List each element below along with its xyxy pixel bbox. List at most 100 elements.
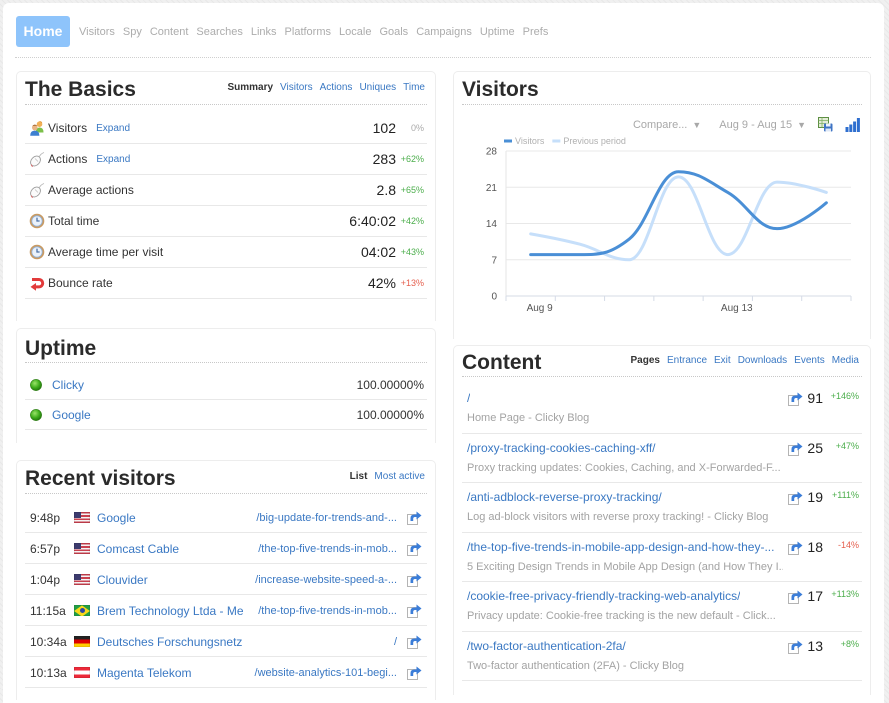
legend-marker[interactable]: [552, 139, 561, 143]
nav-item-platforms[interactable]: Platforms: [285, 25, 331, 39]
view-session-icon[interactable]: [407, 665, 422, 680]
visitor-row: 11:15a Brem Technology Ltda - Me /the-to…: [25, 595, 427, 626]
page-title: Home Page - Clicky Blog: [467, 412, 590, 424]
y-tick-label: 14: [486, 219, 498, 230]
uptime-value: 100.00000%: [356, 377, 424, 392]
content-row: /anti-adblock-reverse-proxy-tracking/ Lo…: [462, 483, 862, 533]
page-count: 25: [807, 439, 823, 456]
visitor-page-link[interactable]: /big-update-for-trends-and-...: [249, 511, 397, 525]
tab-most-active[interactable]: Most active: [374, 471, 425, 483]
tab-visitors[interactable]: Visitors: [280, 82, 313, 94]
page-title: Two-factor authentication (2FA) - Clicky…: [467, 659, 685, 672]
chevron-down-icon: ▼: [797, 119, 806, 130]
content-row: /two-factor-authentication-2fa/ Two-fact…: [462, 632, 862, 681]
page-path-link[interactable]: /proxy-tracking-cookies-caching-xff/: [467, 441, 656, 455]
tab-events[interactable]: Events: [794, 355, 825, 367]
tab-list[interactable]: List: [350, 471, 368, 483]
metric-label: Bounce rate: [48, 276, 113, 290]
visitor-row: 10:13a Magenta Telekom /website-analytic…: [25, 657, 427, 688]
page-path-link[interactable]: /anti-adblock-reverse-proxy-tracking/: [467, 490, 662, 504]
tab-exit[interactable]: Exit: [714, 355, 731, 367]
x-tick-label: Aug 13: [721, 303, 753, 314]
visitor-page-link[interactable]: /website-analytics-101-begi...: [249, 666, 397, 680]
tab-uniques[interactable]: Uniques: [359, 82, 396, 94]
visitor-row: 1:04p Clouvider /increase-website-speed-…: [25, 564, 427, 595]
uptime-monitor-link[interactable]: Clicky: [52, 378, 84, 392]
page-count: 91: [807, 390, 823, 406]
basics-tabs: Summary Visitors Actions Uniques Time: [220, 82, 425, 94]
metric-change: +65%: [400, 185, 424, 195]
nav-item-goals[interactable]: Goals: [379, 25, 408, 39]
view-page-icon[interactable]: [788, 639, 803, 654]
view-session-icon[interactable]: [407, 572, 422, 587]
tab-downloads[interactable]: Downloads: [738, 355, 787, 367]
tab-actions[interactable]: Actions: [320, 82, 353, 94]
legend-marker[interactable]: [504, 139, 512, 143]
content-list: / Home Page - Clicky Blog 91 +146% /prox…: [462, 384, 862, 681]
page-path-link[interactable]: /: [467, 391, 470, 405]
view-page-icon[interactable]: [788, 540, 803, 555]
view-session-icon[interactable]: [407, 510, 422, 525]
uptime-monitor-link[interactable]: Google: [52, 408, 91, 422]
nav-item-campaigns[interactable]: Campaigns: [416, 25, 472, 39]
page-title: Privacy update: Cookie-free tracking is …: [467, 610, 776, 622]
y-tick-label: 7: [491, 255, 497, 266]
view-page-icon[interactable]: [788, 441, 803, 456]
content-row: / Home Page - Clicky Blog 91 +146%: [462, 384, 862, 434]
country-flag-icon: [74, 512, 90, 523]
expand-link[interactable]: Expand: [96, 123, 130, 134]
view-page-icon[interactable]: [788, 391, 803, 406]
tab-pages[interactable]: Pages: [631, 355, 660, 367]
visitor-page-link[interactable]: /the-top-five-trends-in-mob...: [249, 542, 397, 556]
page-count: 17: [807, 588, 823, 604]
nav-home-button[interactable]: Home: [16, 16, 70, 47]
legend-label[interactable]: Previous period: [563, 136, 626, 146]
content-tabs: Pages Entrance Exit Downloads Events Med…: [624, 355, 859, 367]
visitor-name-link[interactable]: Brem Technology Ltda - Me: [97, 604, 249, 618]
nav-item-searches[interactable]: Searches: [196, 25, 242, 39]
page-path-link[interactable]: /cookie-free-privacy-friendly-tracking-w…: [467, 589, 740, 603]
date-range-dropdown[interactable]: Aug 9 - Aug 15 ▼: [719, 119, 806, 131]
bounce-icon: [29, 275, 45, 291]
visit-time: 10:13a: [30, 666, 67, 680]
visit-time: 9:48p: [30, 511, 61, 525]
country-flag-icon: [74, 636, 90, 647]
nav-item-spy[interactable]: Spy: [123, 25, 142, 39]
visitor-name-link[interactable]: Google: [97, 511, 249, 525]
nav-item-uptime[interactable]: Uptime: [480, 25, 515, 39]
view-session-icon[interactable]: [407, 603, 422, 618]
legend-label[interactable]: Visitors: [515, 136, 545, 146]
visitor-page-link[interactable]: /the-top-five-trends-in-mob...: [249, 604, 397, 618]
expand-link[interactable]: Expand: [96, 154, 130, 165]
nav-item-prefs[interactable]: Prefs: [523, 25, 549, 39]
visitor-name-link[interactable]: Comcast Cable: [97, 542, 249, 556]
view-session-icon[interactable]: [407, 634, 422, 649]
page-path-link[interactable]: /the-top-five-trends-in-mobile-app-desig…: [467, 540, 774, 554]
view-page-icon[interactable]: [788, 490, 803, 505]
tab-summary[interactable]: Summary: [227, 82, 273, 94]
tab-time[interactable]: Time: [403, 82, 425, 94]
visitor-page-link[interactable]: /increase-website-speed-a-...: [249, 573, 397, 587]
content-panel: Content Pages Entrance Exit Downloads Ev…: [453, 345, 871, 695]
metric-label: Visitors: [48, 121, 88, 135]
country-flag-icon: [74, 667, 90, 678]
visitor-name-link[interactable]: Clouvider: [97, 573, 249, 587]
nav-item-content[interactable]: Content: [150, 25, 189, 39]
visitor-page-link[interactable]: /: [249, 635, 397, 649]
nav-item-locale[interactable]: Locale: [339, 25, 371, 39]
page-path-link[interactable]: /two-factor-authentication-2fa/: [467, 639, 626, 653]
status-up-icon: [30, 409, 42, 421]
metric-change: +13%: [400, 278, 424, 288]
content-title: Content: [462, 351, 542, 374]
visitor-name-link[interactable]: Deutsches Forschungsnetz: [97, 635, 249, 649]
page-change: +47%: [835, 440, 859, 451]
visitor-name-link[interactable]: Magenta Telekom: [97, 666, 249, 680]
tab-media[interactable]: Media: [832, 355, 859, 367]
tab-entrance[interactable]: Entrance: [667, 355, 707, 367]
nav-item-links[interactable]: Links: [251, 25, 277, 39]
view-page-icon[interactable]: [788, 589, 803, 604]
uptime-divider: [25, 362, 427, 363]
view-session-icon[interactable]: [407, 541, 422, 556]
compare-dropdown[interactable]: Compare... ▼: [633, 119, 701, 131]
nav-item-visitors[interactable]: Visitors: [79, 25, 115, 39]
